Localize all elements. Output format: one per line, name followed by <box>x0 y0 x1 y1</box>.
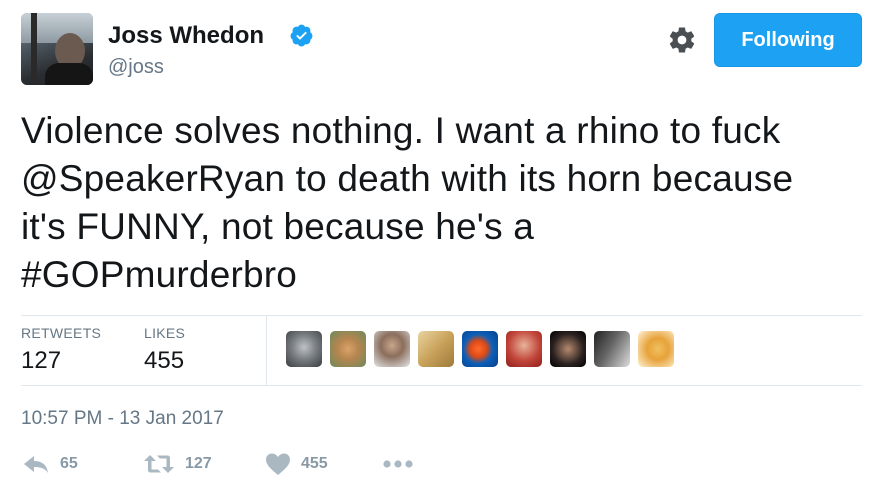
liker-avatar[interactable] <box>462 331 498 367</box>
more-dots-icon <box>383 460 413 468</box>
liker-avatars <box>286 331 674 367</box>
liker-avatar[interactable] <box>594 331 630 367</box>
reply-button[interactable]: 65 <box>22 452 78 476</box>
user-display-name[interactable]: Joss Whedon <box>108 22 264 50</box>
retweet-count: 127 <box>185 455 212 472</box>
liker-avatar[interactable] <box>286 331 322 367</box>
hashtag-link[interactable]: #GOPmurderbro <box>21 254 297 295</box>
divider <box>266 316 267 385</box>
tweet-text-line: Violence solves nothing. I want a rhino … <box>21 110 781 151</box>
like-button[interactable]: 455 <box>265 452 328 476</box>
reply-count: 65 <box>60 455 78 472</box>
likes-count: 455 <box>144 347 185 374</box>
liker-avatar[interactable] <box>374 331 410 367</box>
retweet-icon <box>144 455 174 473</box>
gear-icon[interactable] <box>667 25 697 55</box>
heart-icon <box>266 453 290 475</box>
liker-avatar[interactable] <box>550 331 586 367</box>
retweets-label: RETWEETS <box>21 325 102 341</box>
tweet-text-line: #GOPmurderbro <box>21 251 871 299</box>
retweets-stat[interactable]: RETWEETS 127 <box>21 325 101 375</box>
divider <box>21 315 862 316</box>
likes-label: LIKES <box>144 325 186 341</box>
following-button[interactable]: Following <box>714 13 862 67</box>
more-button[interactable] <box>383 458 413 470</box>
divider <box>21 385 862 386</box>
verified-badge-icon <box>290 24 313 47</box>
tweet-text-line: @SpeakerRyan to death with its horn beca… <box>21 155 871 203</box>
user-handle[interactable]: @joss <box>108 56 164 79</box>
tweet-timestamp[interactable]: 10:57 PM - 13 Jan 2017 <box>21 408 224 430</box>
retweet-button[interactable]: 127 <box>143 452 212 476</box>
tweet-text: Violence solves nothing. I want a rhino … <box>21 107 871 299</box>
retweets-count: 127 <box>21 347 62 374</box>
tweet-text-fragment: to death with its horn because <box>285 158 794 199</box>
reply-icon <box>24 456 48 473</box>
liker-avatar[interactable] <box>418 331 454 367</box>
mention-link[interactable]: @SpeakerRyan <box>21 158 285 199</box>
liker-avatar[interactable] <box>638 331 674 367</box>
like-count: 455 <box>301 455 328 472</box>
liker-avatar[interactable] <box>330 331 366 367</box>
likes-stat[interactable]: LIKES 455 <box>144 325 185 375</box>
tweet-text-line: it's FUNNY, not because he's a <box>21 206 535 247</box>
liker-avatar[interactable] <box>506 331 542 367</box>
avatar[interactable] <box>21 13 93 85</box>
